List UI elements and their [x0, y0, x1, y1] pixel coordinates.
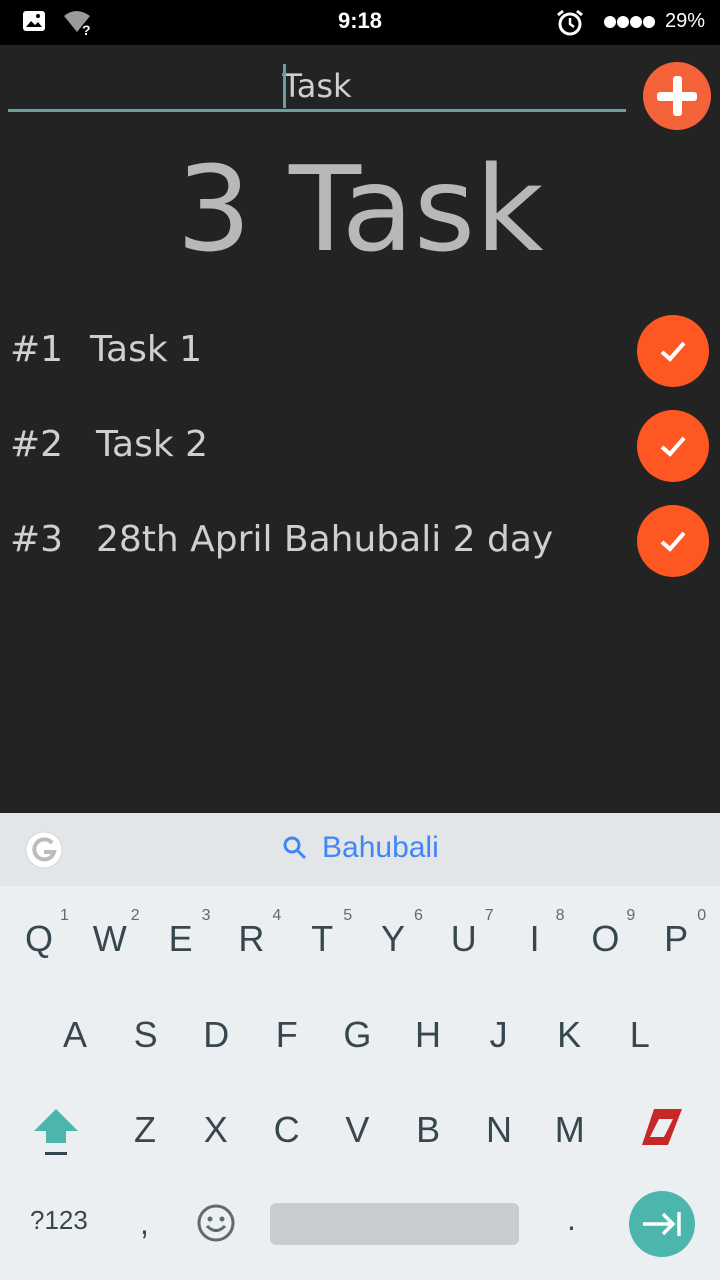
shift-icon[interactable]	[32, 1105, 80, 1159]
check-icon	[660, 341, 686, 362]
task-text: Task 2	[96, 424, 209, 465]
task-row: #1 Task 1	[0, 315, 720, 395]
task-number: #2	[10, 424, 64, 465]
key-hint: 6	[414, 907, 423, 924]
space-key[interactable]	[270, 1203, 519, 1245]
add-task-button[interactable]	[643, 62, 711, 130]
text-cursor	[283, 64, 286, 108]
complete-task-button[interactable]	[637, 315, 709, 387]
task-text: 28th April Bahubali 2 day	[96, 519, 554, 560]
key-0[interactable]: A	[40, 995, 110, 1075]
key-3[interactable]: F	[252, 995, 322, 1075]
key-hint: 5	[343, 907, 353, 924]
key-hint: 3	[201, 907, 211, 924]
key-3[interactable]: V	[322, 1090, 392, 1170]
google-icon[interactable]	[25, 831, 63, 869]
symbols-key[interactable]: ?123	[30, 1205, 88, 1236]
key-6[interactable]: M	[535, 1090, 605, 1170]
task-row: #3 28th April Bahubali 2 day	[0, 505, 720, 585]
key-hint: 7	[484, 907, 494, 924]
key-6[interactable]: J	[464, 995, 534, 1075]
key-0[interactable]: Z	[110, 1090, 180, 1170]
key-7[interactable]: K	[534, 995, 604, 1075]
key-4[interactable]: G	[322, 995, 392, 1075]
status-bar: ? 9:18 29%	[0, 0, 720, 45]
suggestion-search[interactable]: Bahubali	[282, 831, 439, 865]
key-8[interactable]: L	[605, 995, 675, 1075]
task-count-title: 3 Task	[176, 140, 544, 278]
suggestion-word: Bahubali	[322, 831, 439, 864]
signal-icon	[604, 16, 655, 28]
key-hint: 9	[626, 907, 636, 924]
key-hint: 2	[130, 907, 140, 924]
battery-level: 29%	[664, 10, 705, 32]
suggestion-strip: Bahubali	[0, 813, 720, 886]
task-text: Task 1	[90, 329, 203, 370]
keyboard: Bahubali Q1W2E3R4T5Y6U7I8O9P0ASDFGHJKLZX…	[0, 813, 720, 1280]
key-4[interactable]: B	[393, 1090, 463, 1170]
key-1[interactable]: X	[181, 1090, 251, 1170]
emoji-icon[interactable]	[196, 1203, 236, 1243]
task-number: #3	[10, 519, 64, 560]
alarm-icon	[557, 9, 583, 36]
key-5[interactable]: H	[393, 995, 463, 1075]
key-5[interactable]: N	[464, 1090, 534, 1170]
key-hint: 8	[555, 907, 565, 924]
period-key[interactable]: .	[567, 1201, 576, 1238]
key-hint: 1	[60, 907, 69, 924]
comma-key[interactable]: ,	[140, 1205, 149, 1242]
search-icon	[283, 836, 307, 860]
enter-arrow-icon	[643, 1212, 681, 1236]
key-2[interactable]: C	[252, 1090, 322, 1170]
backspace-icon[interactable]	[640, 1107, 684, 1147]
key-hint: 0	[697, 907, 707, 924]
task-number: #1	[10, 329, 64, 370]
check-icon	[660, 436, 686, 457]
task-input[interactable]	[8, 62, 626, 112]
key-hint: 4	[272, 907, 282, 924]
task-row: #2 Task 2	[0, 410, 720, 490]
check-icon	[660, 531, 686, 552]
complete-task-button[interactable]	[637, 410, 709, 482]
key-2[interactable]: D	[181, 995, 251, 1075]
complete-task-button[interactable]	[637, 505, 709, 577]
enter-key[interactable]	[629, 1191, 695, 1257]
key-1[interactable]: S	[111, 995, 181, 1075]
